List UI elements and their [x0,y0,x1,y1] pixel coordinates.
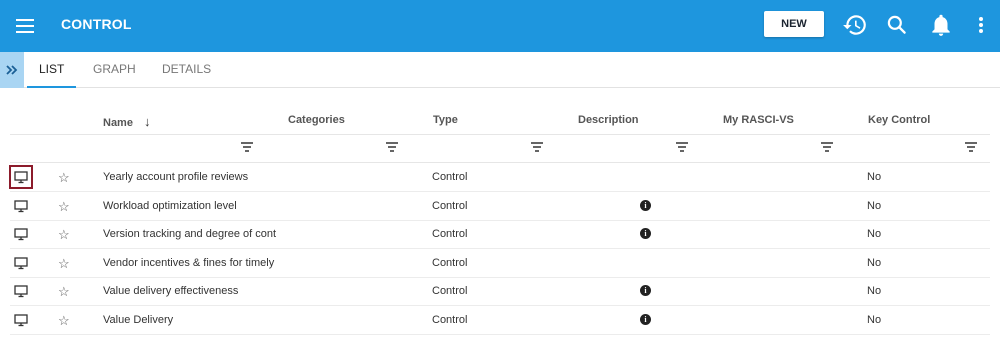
favorite-star-icon[interactable]: ☆ [58,220,70,249]
open-item-icon[interactable] [14,284,28,298]
row-type: Control [432,285,468,298]
row-key-control: No [867,171,882,183]
info-icon[interactable]: i [640,199,651,211]
favorite-star-icon[interactable]: ☆ [58,192,70,221]
info-icon[interactable]: i [640,285,651,297]
favorite-star-icon[interactable]: ☆ [58,306,70,335]
table-row[interactable]: ☆ Value delivery effectiveness Control i No [10,277,990,307]
row-name[interactable]: Value delivery effectiveness [103,277,238,306]
row-type: Control [432,199,468,212]
row-type: Control [432,228,468,241]
open-item-icon[interactable] [14,199,28,213]
table-row[interactable]: ☆ Workload optimization level Control i No [10,192,990,221]
row-type: Control [432,171,468,183]
app-header: CONTROL NEW [0,0,1000,52]
row-name[interactable]: Vendor incentives & fines for timely [103,249,274,278]
favorite-star-icon[interactable]: ☆ [58,163,70,192]
filter-icon-key-control[interactable] [965,142,977,152]
row-name[interactable]: Workload optimization level [103,192,237,221]
info-icon[interactable]: i [640,314,651,325]
more-vertical-icon[interactable] [974,12,988,38]
sort-desc-icon[interactable]: ↓ [144,114,151,129]
row-key-control: No [867,256,882,269]
row-type: Control [432,256,468,269]
column-header-name[interactable]: Name ↓ [103,114,151,129]
search-icon[interactable] [884,12,910,38]
row-key-control: No [867,228,882,241]
column-header-key-control[interactable]: Key Control [868,114,930,126]
column-header-categories[interactable]: Categories [288,114,345,126]
filter-icon-name[interactable] [241,142,253,152]
history-icon[interactable] [842,12,868,38]
tab-graph[interactable]: GRAPH [93,52,136,88]
tab-list[interactable]: LIST [27,52,77,88]
open-item-icon[interactable] [9,165,33,189]
page-title: CONTROL [61,16,132,32]
filter-icon-description[interactable] [676,142,688,152]
view-tabs: LIST GRAPH DETAILS [0,52,1000,88]
filter-icon-type[interactable] [531,142,543,152]
row-name[interactable]: Version tracking and degree of cont [103,220,276,249]
row-name[interactable]: Yearly account profile reviews [103,163,248,192]
filter-icon-rasci[interactable] [821,142,833,152]
open-item-icon[interactable] [14,256,28,270]
table-row[interactable]: ☆ Value Delivery Control i No [10,306,990,335]
row-name[interactable]: Value Delivery [103,306,173,335]
favorite-star-icon[interactable]: ☆ [58,277,70,306]
row-key-control: No [867,199,882,212]
header-divider [10,134,990,135]
expand-panel-icon[interactable] [0,52,24,88]
new-button[interactable]: NEW [764,11,824,37]
column-header-description[interactable]: Description [578,114,639,126]
open-item-icon[interactable] [14,313,28,327]
hamburger-icon[interactable] [16,14,34,38]
info-icon[interactable]: i [640,228,651,240]
table-row[interactable]: ☆ Version tracking and degree of cont Cont… [10,220,990,250]
column-header-rasci[interactable]: My RASCI-VS [723,114,794,126]
tab-details[interactable]: DETAILS [162,52,211,88]
row-type: Control [432,314,468,326]
row-key-control: No [867,314,882,326]
favorite-star-icon[interactable]: ☆ [58,249,70,278]
filter-icon-categories[interactable] [386,142,398,152]
open-item-icon[interactable] [14,227,28,241]
bell-icon[interactable] [928,12,954,38]
column-header-type[interactable]: Type [433,114,458,126]
row-key-control: No [867,285,882,298]
table-row[interactable]: ☆ Yearly account profile reviews Control No [9,163,990,192]
table-row[interactable]: ☆ Vendor incentives & fines for timely Con… [10,249,990,278]
